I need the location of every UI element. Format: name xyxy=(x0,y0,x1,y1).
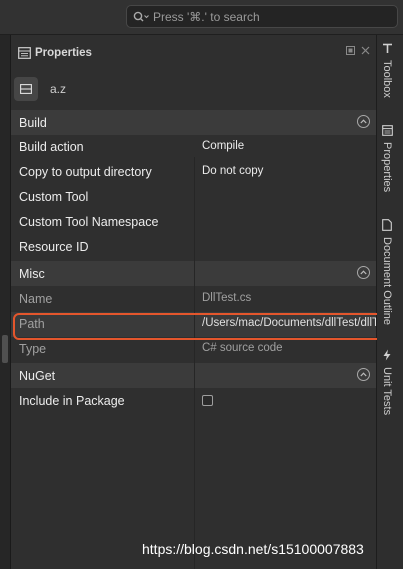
column-divider[interactable] xyxy=(194,157,195,569)
properties-panel: Properties a.z Build Build action Compil… xyxy=(11,35,377,569)
top-toolbar: Press '⌘.' to search xyxy=(0,0,403,35)
document-outline-icon xyxy=(382,219,392,234)
section-build[interactable]: Build xyxy=(11,110,376,135)
close-icon[interactable] xyxy=(361,46,370,58)
section-label: Misc xyxy=(19,266,45,281)
tab-label: Unit Tests xyxy=(381,367,393,416)
chevron-up-icon[interactable] xyxy=(357,368,370,381)
left-dock-edge xyxy=(0,35,11,569)
dock-icon[interactable] xyxy=(346,46,355,58)
object-header: a.z xyxy=(11,71,376,107)
object-name: a.z xyxy=(50,82,67,96)
right-dock-bar: Toolbox Properties Document Outline Unit… xyxy=(377,35,403,569)
section-label: NuGet xyxy=(19,368,56,383)
chevron-up-icon[interactable] xyxy=(357,115,370,128)
tab-unit-tests[interactable]: Unit Tests xyxy=(381,349,393,415)
property-name: Include in Package xyxy=(19,394,125,408)
property-name: Name xyxy=(19,292,53,306)
chevron-up-icon[interactable] xyxy=(357,266,370,279)
search-placeholder: Press '⌘.' to search xyxy=(153,9,260,24)
property-value[interactable]: Compile xyxy=(202,140,376,152)
tab-label: Toolbox xyxy=(381,60,393,98)
tab-label: Properties xyxy=(381,142,393,193)
property-value[interactable]: Do not copy xyxy=(202,165,376,177)
include-in-package-checkbox[interactable] xyxy=(202,395,213,406)
property-value[interactable]: /Users/mac/Documents/dllTest/dllTest/Dll… xyxy=(202,317,376,329)
property-name: Build action xyxy=(19,140,84,154)
property-name: Custom Tool xyxy=(19,190,89,204)
property-value: C# source code xyxy=(202,342,283,354)
collapse-handle[interactable] xyxy=(2,335,8,363)
properties-icon xyxy=(18,47,31,59)
tab-toolbox[interactable]: Toolbox xyxy=(381,43,393,98)
tab-document-outline[interactable]: Document Outline xyxy=(381,219,393,325)
categorized-view-button[interactable] xyxy=(14,77,38,101)
search-field[interactable]: Press '⌘.' to search xyxy=(126,5,398,28)
properties-icon xyxy=(381,125,393,139)
property-name: Type xyxy=(19,342,47,356)
tab-properties[interactable]: Properties xyxy=(381,125,393,192)
property-name: Resource ID xyxy=(19,240,89,254)
property-value: DllTest.cs xyxy=(202,292,252,304)
unit-tests-icon xyxy=(382,349,392,364)
section-label: Build xyxy=(19,115,47,130)
tab-label: Document Outline xyxy=(381,237,393,326)
property-name: Path xyxy=(19,317,45,331)
watermark-text: https://blog.csdn.net/s15100007883 xyxy=(142,541,364,557)
panel-title-bar: Properties xyxy=(11,35,376,71)
panel-title: Properties xyxy=(35,47,92,59)
property-name: Custom Tool Namespace xyxy=(19,215,159,229)
toolbox-icon xyxy=(382,43,393,57)
search-icon xyxy=(133,11,149,23)
list-icon xyxy=(20,84,32,94)
property-name: Copy to output directory xyxy=(19,165,152,179)
